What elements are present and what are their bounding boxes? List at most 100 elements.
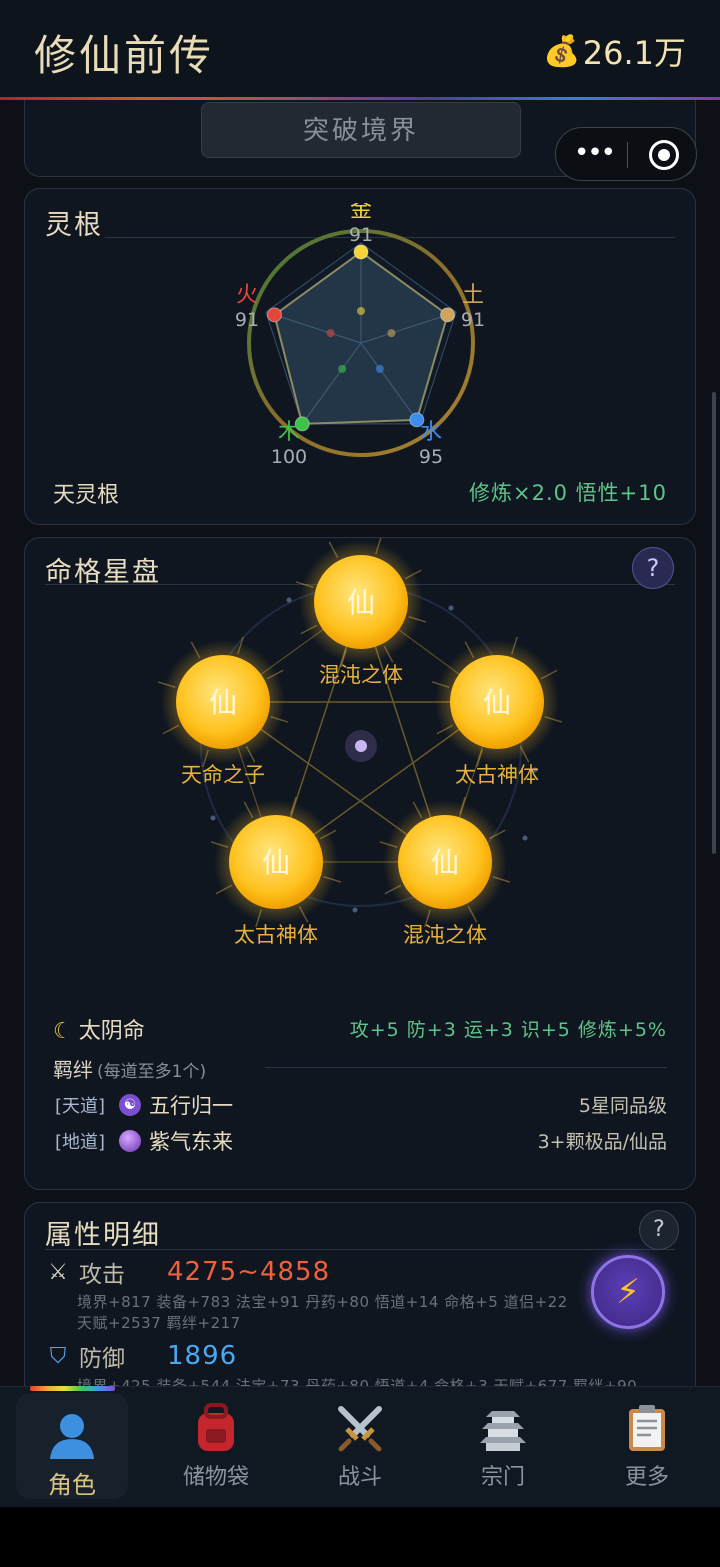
- tab-label: 更多: [624, 1465, 669, 1490]
- crystal-ball-icon: [119, 1130, 142, 1152]
- crossed-swords-icon: ⚔: [48, 1259, 68, 1285]
- radar-point-0: [353, 244, 369, 260]
- radar-element-name: 土: [462, 283, 484, 308]
- app-screen: 修仙前传 💰 26.1万 突破境界 ••• 灵根 金 91 土 91 水 95 木 100 火 9…: [0, 0, 720, 1507]
- bond-title: 羁绊 (每道至多1个): [53, 1054, 206, 1083]
- defense-row: ⛉ 防御 1896: [45, 1339, 237, 1373]
- system-nav-area: [0, 1507, 720, 1567]
- radar-point-1: [440, 307, 456, 323]
- attr-label: 攻击: [79, 1262, 125, 1288]
- title-underline: [45, 1249, 675, 1250]
- backpack-icon: [160, 1403, 272, 1457]
- star-node-label-0: 混沌之体: [319, 663, 403, 687]
- attribute-title: 属性明细: [45, 1220, 161, 1251]
- radar-inner-point-0: [357, 307, 365, 315]
- person-icon: [16, 1409, 128, 1463]
- fate-row: ☾ 太阴命: [53, 1013, 145, 1045]
- yin-yang-icon: ☯: [119, 1094, 142, 1116]
- lightning-icon[interactable]: ⚡: [591, 1255, 665, 1329]
- bond-row-earth[interactable]: [地道] 紫气东来: [55, 1126, 233, 1156]
- attribute-help-button[interactable]: ?: [639, 1210, 679, 1250]
- fate-name: 太阴命: [78, 1019, 145, 1044]
- background-star-0: [448, 605, 454, 611]
- bond-name: 五行归一: [149, 1094, 234, 1118]
- orb-glyph: 仙: [262, 846, 290, 879]
- orb-glyph: 仙: [431, 846, 459, 879]
- orb-glyph: 仙: [209, 686, 237, 719]
- tab-label: 角色: [48, 1471, 96, 1499]
- crossed-swords-icon: [304, 1403, 416, 1457]
- bond-requirement: 3+颗极品/仙品: [537, 1131, 667, 1153]
- background-star-3: [352, 907, 358, 913]
- tab-label: 宗门: [480, 1465, 525, 1490]
- star-node-label-2: 混沌之体: [403, 923, 487, 947]
- miniprogram-capsule: •••: [555, 127, 697, 181]
- tab-label: 储物袋: [182, 1465, 249, 1490]
- radar-element-value: 91: [461, 309, 485, 331]
- star-chart-center: [355, 740, 367, 752]
- radar-element-value: 91: [235, 309, 259, 331]
- background-star-2: [210, 815, 216, 821]
- attack-breakdown: 境界+817 装备+783 法宝+91 丹药+80 悟道+14 命格+5 道侣+…: [77, 1293, 568, 1311]
- bond-tag: [地道]: [55, 1132, 106, 1153]
- star-node-label-3: 太古神体: [234, 923, 318, 947]
- tab-label: 战斗: [337, 1465, 382, 1490]
- currency-amount: 26.1万: [582, 34, 686, 72]
- tab-storage-bag[interactable]: 储物袋: [160, 1387, 272, 1499]
- radar-inner-point-2: [375, 364, 384, 373]
- bond-divider: [265, 1067, 667, 1068]
- tab-more[interactable]: 更多: [591, 1387, 703, 1499]
- attr-label: 防御: [79, 1346, 125, 1372]
- tab-battle[interactable]: 战斗: [304, 1387, 416, 1499]
- bond-tag: [天道]: [55, 1096, 106, 1117]
- star-node-label-1: 太古神体: [455, 763, 539, 787]
- target-icon[interactable]: [649, 140, 679, 170]
- radar-inner-point-4: [326, 329, 335, 338]
- clipboard-icon: [591, 1403, 703, 1457]
- more-dots-icon[interactable]: •••: [574, 140, 616, 166]
- attack-value: 4275~4858: [167, 1257, 331, 1287]
- radar-point-4: [266, 307, 282, 323]
- pagoda-icon: [447, 1403, 559, 1457]
- bottom-tab-bar: 角色 储物袋 战斗 宗门 更多: [0, 1386, 720, 1507]
- radar-inner-point-1: [387, 329, 396, 338]
- defense-value: 1896: [167, 1341, 238, 1371]
- radar-element-name: 金: [350, 203, 372, 223]
- currency-display: 💰 26.1万: [543, 28, 686, 74]
- breakthrough-button[interactable]: 突破境界: [201, 102, 521, 158]
- radar-element-name: 火: [236, 283, 258, 308]
- root-bonus-text: 修炼×2.0 悟性+10: [469, 481, 667, 505]
- bond-requirement: 5星同品级: [578, 1095, 667, 1117]
- capsule-divider: [627, 142, 628, 168]
- radar-element-name: 水: [420, 420, 442, 445]
- attack-row: ⚔ 攻击 4275~4858: [45, 1255, 330, 1289]
- background-star-1: [286, 597, 292, 603]
- bond-title-text: 羁绊: [53, 1058, 93, 1082]
- game-title: 修仙前传: [34, 31, 215, 80]
- orb-glyph: 仙: [347, 586, 375, 619]
- root-type-label: 天灵根: [53, 483, 120, 508]
- radar-element-value: 95: [419, 446, 443, 468]
- radar-inner-point-3: [338, 364, 347, 373]
- bond-note: (每道至多1个): [97, 1062, 207, 1082]
- star-chart-diagram: 仙混沌之体仙太古神体仙混沌之体仙太古神体仙天命之子: [157, 538, 563, 947]
- tab-character[interactable]: 角色: [16, 1393, 128, 1499]
- bond-row-heaven[interactable]: [天道] ☯ 五行归一: [55, 1090, 233, 1120]
- spirit-root-card: 灵根 金 91 土 91 水 95 木 100 火 91 天灵根 修炼×2.0 悟性+10: [24, 188, 696, 525]
- orb-glyph: 仙: [483, 686, 511, 719]
- scrollbar[interactable]: [712, 392, 716, 854]
- radar-data-area: [273, 250, 449, 425]
- bond-name: 紫气东来: [149, 1130, 234, 1154]
- moon-icon: ☾: [53, 1019, 73, 1044]
- shield-icon: ⛉: [49, 1343, 67, 1369]
- tab-sect[interactable]: 宗门: [447, 1387, 559, 1499]
- fate-bonus: 攻+5 防+3 运+3 识+5 修炼+5%: [349, 1019, 667, 1041]
- active-tab-indicator: [30, 1386, 115, 1391]
- star-node-label-4: 天命之子: [181, 763, 265, 787]
- background-star-5: [522, 835, 528, 841]
- radar-element-value: 91: [349, 224, 373, 246]
- top-header: 修仙前传 💰 26.1万: [0, 0, 720, 98]
- spirit-root-radar-chart: 金91土91水95木100火91: [235, 203, 485, 468]
- radar-element-name: 木: [278, 420, 300, 445]
- radar-element-value: 100: [271, 446, 307, 468]
